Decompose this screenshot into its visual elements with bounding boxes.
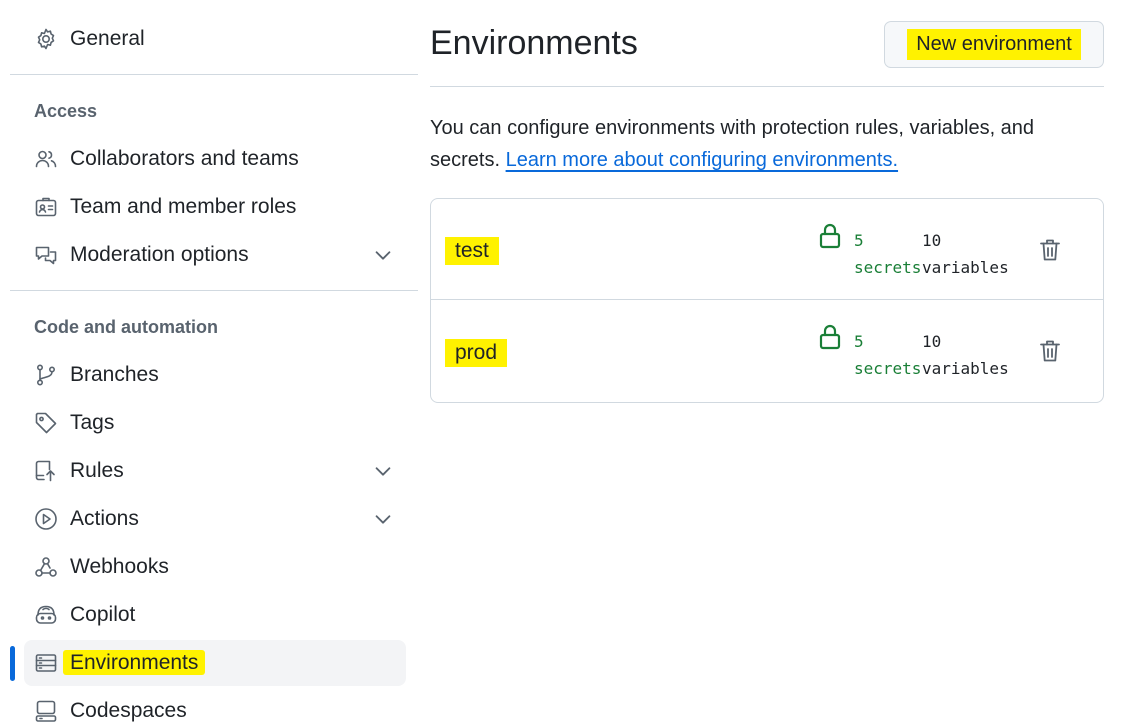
sidebar-item-label: Webhooks <box>70 555 169 578</box>
active-indicator <box>10 646 15 681</box>
secrets-count: 5 secrets <box>854 332 922 378</box>
tag-icon <box>33 410 59 436</box>
environments-panel: Environments New environment You can con… <box>430 0 1104 726</box>
copilot-icon <box>33 602 59 628</box>
id-badge-icon <box>33 194 59 220</box>
sidebar-item-collaborators[interactable]: Collaborators and teams <box>24 136 406 182</box>
sidebar-group-heading-access: Access <box>34 101 98 121</box>
variables-count: 10 variables <box>922 332 1009 378</box>
delete-environment-button[interactable] <box>1038 338 1062 364</box>
secrets-count: 5 secrets <box>854 231 922 277</box>
sidebar-divider <box>10 74 418 75</box>
webhook-icon <box>33 554 59 580</box>
sidebar-group-heading-code: Code and automation <box>34 317 218 337</box>
play-icon <box>33 506 59 532</box>
lock-icon <box>819 223 841 249</box>
title-divider <box>430 86 1104 87</box>
sidebar-item-rules[interactable]: Rules <box>24 448 406 494</box>
sidebar-item-label: Rules <box>70 459 124 482</box>
lock-icon <box>819 324 841 350</box>
sidebar-divider <box>10 290 418 291</box>
delete-environment-button[interactable] <box>1038 237 1062 263</box>
sidebar-item-moderation[interactable]: Moderation options <box>24 232 406 278</box>
sidebar-item-label: Branches <box>70 363 159 386</box>
sidebar-item-label: Tags <box>70 411 115 434</box>
environment-name-link[interactable]: prod <box>445 339 508 367</box>
codespaces-icon <box>33 698 59 724</box>
variables-count: 10 variables <box>922 231 1009 277</box>
sidebar-item-label: Environments <box>63 650 206 675</box>
new-environment-button[interactable]: New environment <box>884 21 1104 68</box>
chevron-down-icon[interactable] <box>372 508 394 530</box>
sidebar-item-label: Team and member roles <box>70 195 297 218</box>
settings-sidebar: General Access Collaborators and teams T… <box>0 0 420 726</box>
sidebar-item-label: Actions <box>70 507 139 530</box>
comment-discussion-icon <box>33 242 59 268</box>
sidebar-item-label: Moderation options <box>70 243 249 266</box>
repo-push-icon <box>33 458 59 484</box>
environments-description: You can configure environments with prot… <box>430 117 1035 171</box>
chevron-down-icon[interactable] <box>372 460 394 482</box>
sidebar-item-environments[interactable]: Environments <box>24 640 406 686</box>
server-icon <box>33 650 59 676</box>
sidebar-item-general[interactable]: General <box>24 16 406 62</box>
sidebar-item-label: General <box>70 27 145 50</box>
sidebar-item-label: Collaborators and teams <box>70 147 299 170</box>
trash-icon <box>1040 340 1060 362</box>
learn-more-link[interactable]: Learn more about configuring environment… <box>506 149 898 171</box>
sidebar-item-tags[interactable]: Tags <box>24 400 406 446</box>
chevron-down-icon[interactable] <box>372 244 394 266</box>
git-branch-icon <box>33 362 59 388</box>
environment-row: test 5 secrets 10 variables <box>431 199 1103 300</box>
page-title: Environments <box>430 24 638 62</box>
people-icon <box>33 146 59 172</box>
sidebar-item-webhooks[interactable]: Webhooks <box>24 544 406 590</box>
environments-list: test 5 secrets 10 variables prod 5 secre… <box>430 198 1104 403</box>
environment-row: prod 5 secrets 10 variables <box>431 300 1103 401</box>
sidebar-item-actions[interactable]: Actions <box>24 496 406 542</box>
sidebar-item-label: Copilot <box>70 603 136 626</box>
sidebar-item-branches[interactable]: Branches <box>24 352 406 398</box>
gear-icon <box>33 26 59 52</box>
sidebar-item-team-roles[interactable]: Team and member roles <box>24 184 406 230</box>
sidebar-item-copilot[interactable]: Copilot <box>24 592 406 638</box>
sidebar-item-label: Codespaces <box>70 699 187 722</box>
sidebar-item-codespaces[interactable]: Codespaces <box>24 688 406 726</box>
environment-name-link[interactable]: test <box>445 237 499 265</box>
trash-icon <box>1040 239 1060 261</box>
